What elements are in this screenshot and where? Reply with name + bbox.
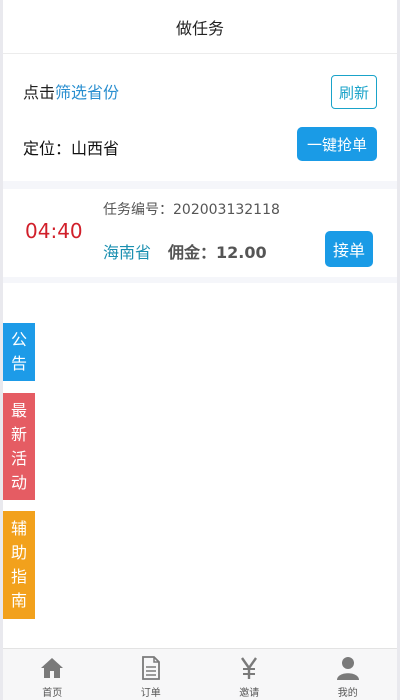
task-province: 海南省: [103, 243, 152, 262]
home-icon: [39, 655, 65, 681]
side-tab-guide[interactable]: 辅 助 指 南: [3, 511, 35, 619]
nav-item-orders[interactable]: 订单: [102, 649, 201, 700]
side-tab-char: 指: [10, 567, 27, 586]
nav-label: 首页: [42, 688, 63, 699]
side-tab-char: 动: [10, 472, 27, 492]
accept-order-button[interactable]: 接单: [325, 231, 373, 267]
refresh-button[interactable]: 刷新: [331, 75, 377, 109]
nav-label: 我的: [337, 688, 358, 699]
page-title: 做任务: [175, 18, 224, 38]
task-number: 任务编号：202003132118: [103, 202, 280, 218]
task-commission: 佣金：12.00: [168, 243, 267, 262]
task-countdown: 04:40: [25, 219, 83, 243]
side-tab-char: 最: [10, 400, 27, 420]
side-tab-notice[interactable]: 公 告: [3, 323, 35, 381]
user-icon: [335, 655, 361, 681]
nav-item-invite[interactable]: 邀请: [200, 649, 299, 700]
nav-label: 邀请: [239, 688, 260, 699]
filter-section: 点击筛选省份 刷新 定位：山西省 一键抢单: [3, 55, 397, 181]
section-divider-2: [3, 277, 397, 283]
filter-province-link[interactable]: 筛选省份: [55, 83, 119, 102]
side-tab-activity[interactable]: 最 新 活 动: [3, 393, 35, 500]
side-tab-char: 辅: [10, 519, 27, 538]
task-card: 04:40 任务编号：202003132118 海南省 佣金：12.00 接单: [3, 189, 397, 277]
nav-item-home[interactable]: 首页: [3, 649, 102, 700]
side-tab-char: 公: [10, 330, 27, 349]
yen-icon: [236, 655, 262, 681]
page-header: 做任务: [3, 0, 397, 54]
document-icon: [138, 655, 164, 681]
side-tab-char: 助: [10, 543, 27, 562]
section-divider: [3, 181, 397, 189]
side-tab-char: 南: [10, 591, 27, 610]
side-tab-char: 活: [10, 448, 27, 468]
location-label: 定位：山西省: [23, 139, 120, 158]
bottom-nav: 首页 订单 邀请 我的: [3, 648, 397, 700]
filter-prefix: 点击: [23, 83, 56, 102]
filter-prompt: 点击筛选省份: [23, 79, 119, 103]
side-tab-char: 告: [10, 354, 27, 373]
nav-item-profile[interactable]: 我的: [299, 649, 398, 700]
nav-label: 订单: [140, 688, 161, 699]
side-tab-char: 新: [10, 424, 27, 444]
grab-order-button[interactable]: 一键抢单: [297, 127, 377, 161]
